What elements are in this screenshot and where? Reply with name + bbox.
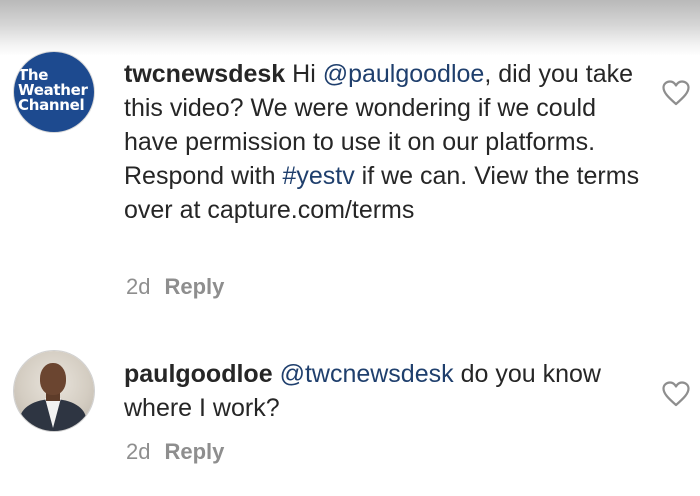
avatar-photo-head <box>40 363 66 395</box>
hashtag-link[interactable]: #yestv <box>282 162 354 190</box>
comment-text: paulgoodloe @twcnewsdesk do you know whe… <box>124 357 644 425</box>
heart-outline-icon[interactable] <box>662 381 690 407</box>
comment-timestamp: 2d <box>126 274 151 299</box>
mention-link[interactable]: @paulgoodloe <box>323 60 485 88</box>
comment-timestamp: 2d <box>126 439 151 464</box>
top-shade <box>0 0 700 56</box>
comment-meta: 2d Reply <box>126 439 224 465</box>
comment-username[interactable]: twcnewsdesk <box>124 60 285 88</box>
weather-channel-logo-text: The Weather Channel <box>18 66 88 114</box>
avatar-twcnewsdesk[interactable]: The Weather Channel <box>14 52 94 132</box>
avatar-paulgoodloe[interactable] <box>14 351 94 431</box>
reply-button[interactable]: Reply <box>164 439 224 464</box>
comment-text-part <box>273 360 280 388</box>
comment-meta: 2d Reply <box>126 274 224 300</box>
comment-username[interactable]: paulgoodloe <box>124 360 273 388</box>
mention-link[interactable]: @twcnewsdesk <box>280 360 454 388</box>
comment-text: twcnewsdesk Hi @paulgoodloe, did you tak… <box>124 57 644 227</box>
comment-text-part: Hi <box>285 60 323 88</box>
heart-outline-icon[interactable] <box>662 80 690 106</box>
reply-button[interactable]: Reply <box>164 274 224 299</box>
